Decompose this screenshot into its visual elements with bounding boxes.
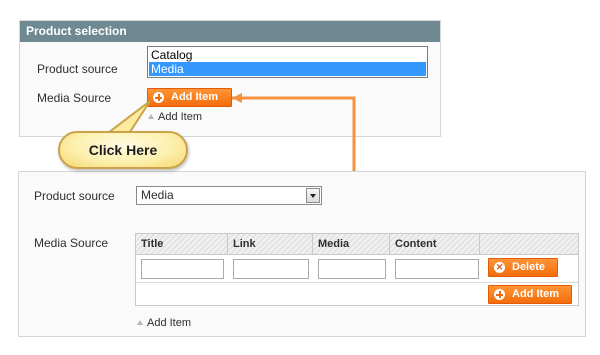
- callout-pointer: [105, 100, 151, 137]
- click-here-callout: Click Here: [58, 131, 188, 169]
- callout-text: Click Here: [88, 142, 158, 158]
